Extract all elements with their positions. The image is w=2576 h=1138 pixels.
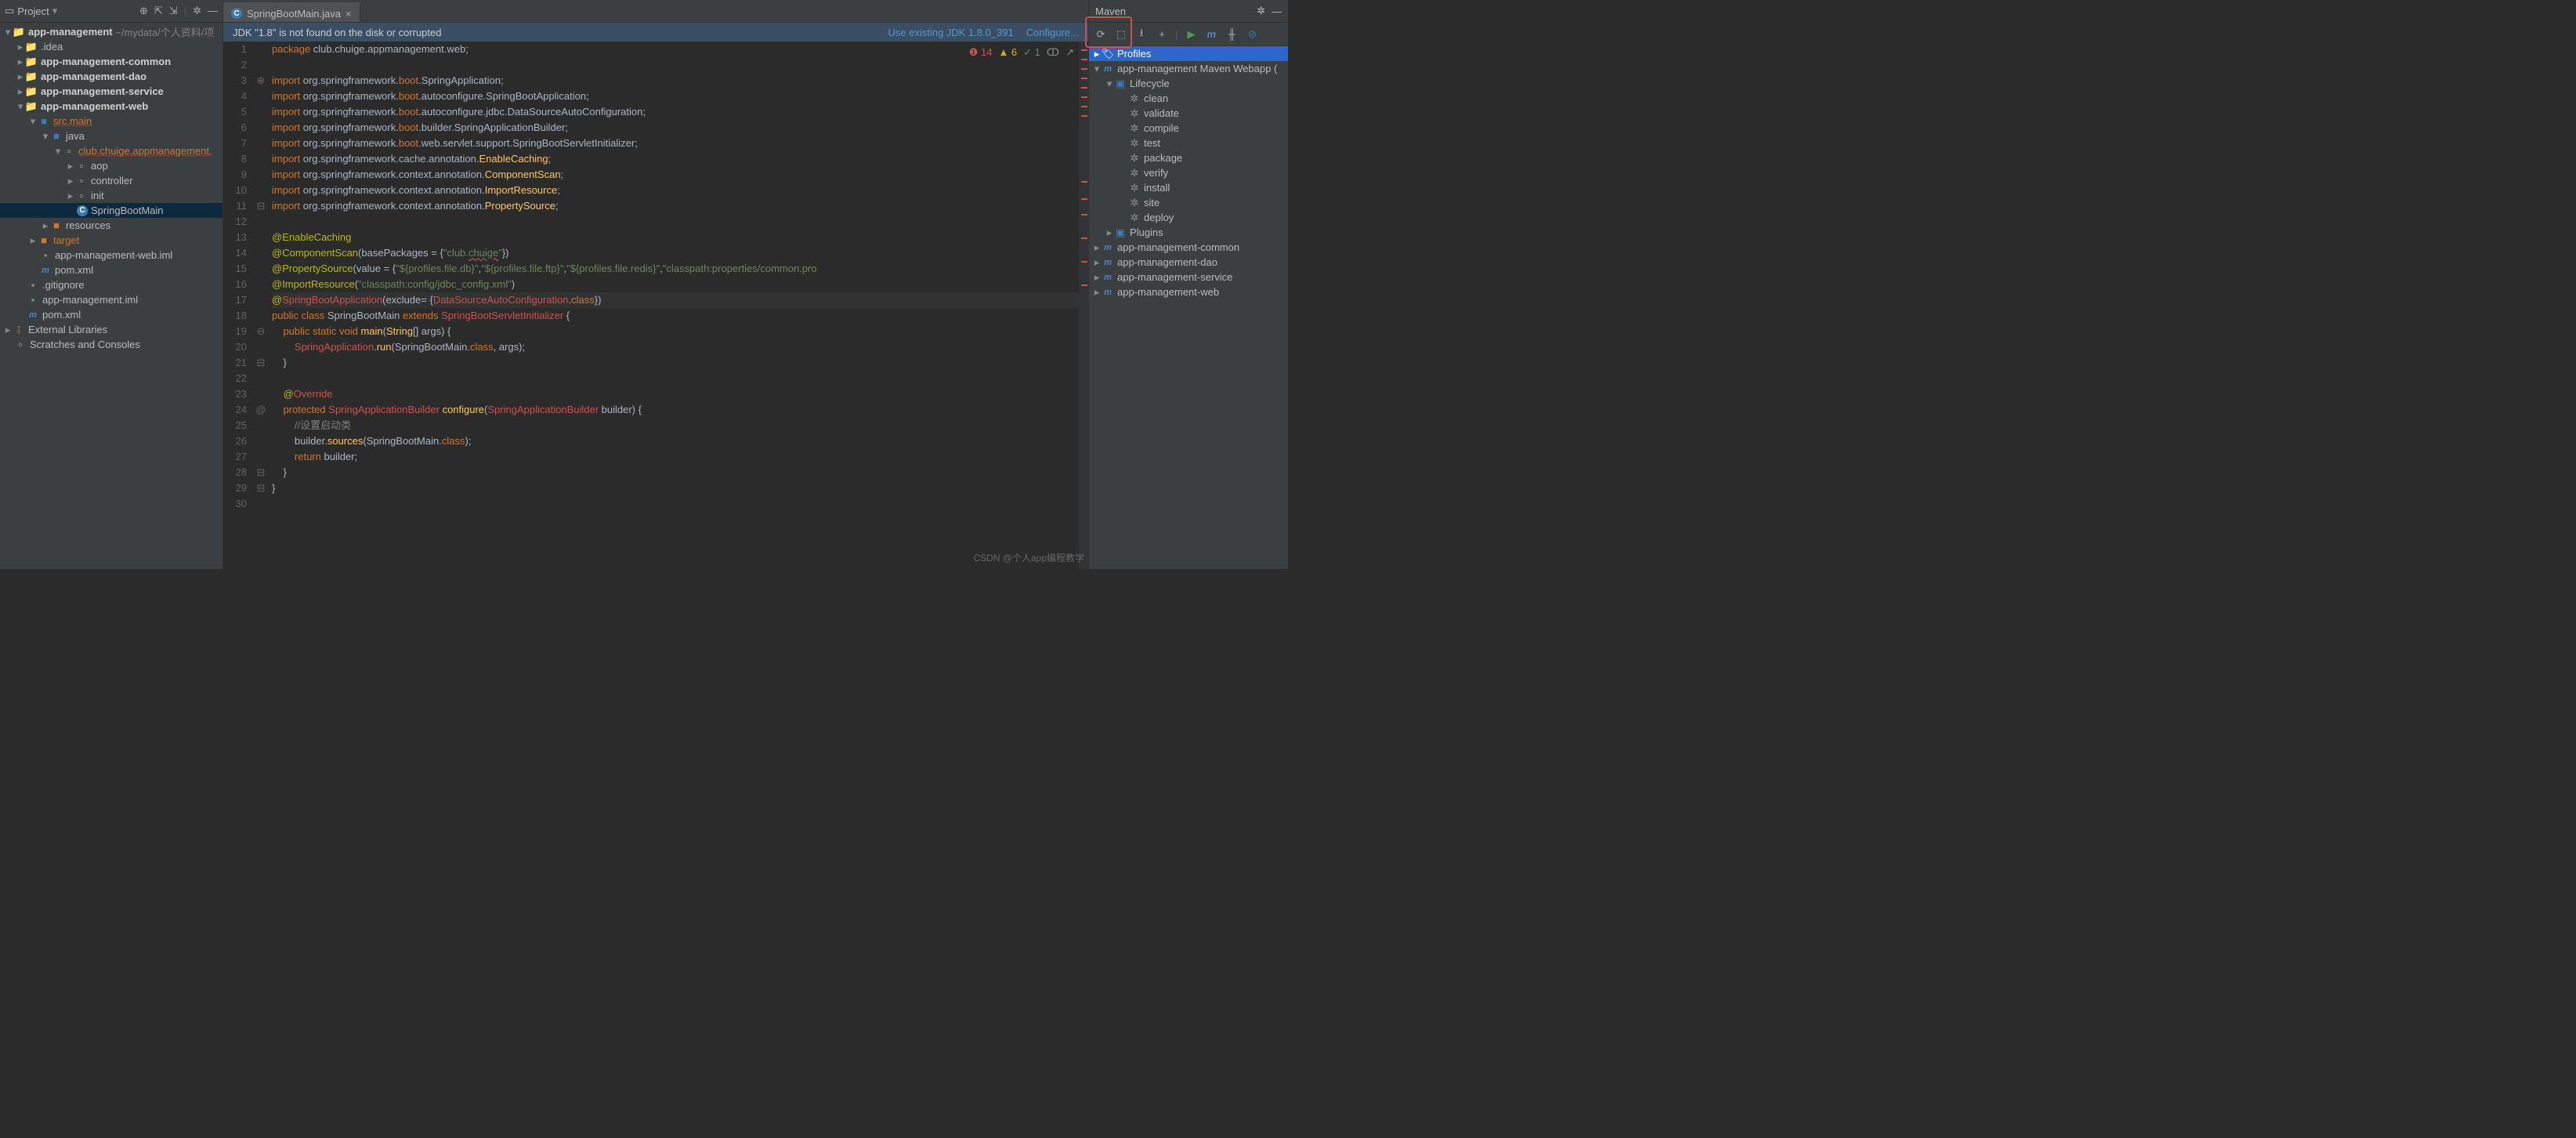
maven-root-app[interactable]: app-management Maven Webapp ( xyxy=(1117,63,1277,74)
jdk-notification-bar: JDK "1.8" is not found on the disk or co… xyxy=(223,23,1088,42)
tab-springbootmain[interactable]: C SpringBootMain.java × xyxy=(223,2,360,22)
package-controller[interactable]: controller xyxy=(91,175,132,187)
settings-icon[interactable]: ✲ xyxy=(193,5,201,17)
expand-all-icon[interactable]: ⇱ xyxy=(154,5,163,17)
file-root-iml[interactable]: app-management.iml xyxy=(42,294,138,306)
maven-goal-site[interactable]: ✲site xyxy=(1089,195,1288,210)
package-aop[interactable]: aop xyxy=(91,160,108,172)
reload-icon[interactable]: ⟳ xyxy=(1094,27,1108,42)
inspection-widget[interactable]: ❶ 14 ▲ 6 ✓ 1 ↀ ↗ xyxy=(966,45,1077,60)
maven-tree[interactable]: ▸🏷Profiles ▾mapp-management Maven Webapp… xyxy=(1089,46,1288,569)
maven-module[interactable]: ▸mapp-management-service xyxy=(1089,270,1288,284)
maven-module[interactable]: ▸mapp-management-dao xyxy=(1089,255,1288,270)
line-numbers: 1234567891011121314151617181920212223242… xyxy=(223,42,255,569)
maven-goal-package[interactable]: ✲package xyxy=(1089,150,1288,165)
watermark: CSDN @个人app编程教学 xyxy=(973,551,1084,564)
package-root[interactable]: club.chuige.appmanagement. xyxy=(78,145,212,157)
file-root-pom[interactable]: pom.xml xyxy=(42,309,81,321)
maven-goal-deploy[interactable]: ✲deploy xyxy=(1089,210,1288,225)
maven-module[interactable]: ▸mapp-management-common xyxy=(1089,240,1288,255)
maven-module[interactable]: ▸mapp-management-web xyxy=(1089,284,1288,299)
project-tool-window: ▭ Project ▾ ⊕ ⇱ ⇲ | ✲ — ▾📁app-management… xyxy=(0,0,223,569)
maven-goal-verify[interactable]: ✲verify xyxy=(1089,165,1288,180)
hide-icon[interactable]: — xyxy=(208,5,218,17)
maven-goal-install[interactable]: ✲install xyxy=(1089,180,1288,195)
editor-area: C SpringBootMain.java × JDK "1.8" is not… xyxy=(223,0,1088,569)
code-editor[interactable]: ❶ 14 ▲ 6 ✓ 1 ↀ ↗ 12345678910111213141516… xyxy=(223,42,1088,569)
scratches[interactable]: Scratches and Consoles xyxy=(30,339,140,350)
maven-plugins[interactable]: Plugins xyxy=(1130,227,1163,238)
file-web-pom[interactable]: pom.xml xyxy=(55,264,93,276)
error-stripe[interactable] xyxy=(1079,42,1088,569)
module-web[interactable]: app-management-web xyxy=(41,100,148,112)
module-common[interactable]: app-management-common xyxy=(41,56,171,67)
folder-target[interactable]: target xyxy=(53,234,79,246)
maven-lifecycle[interactable]: Lifecycle xyxy=(1130,78,1170,89)
maven-goal-compile[interactable]: ✲compile xyxy=(1089,121,1288,136)
fold-column[interactable]: ⊕⊟⊖⊟@⊟⊟ xyxy=(255,42,267,569)
execute-goal-icon[interactable]: m xyxy=(1204,27,1218,42)
package-init[interactable]: init xyxy=(91,190,104,201)
class-springbootmain[interactable]: SpringBootMain xyxy=(91,205,164,216)
maven-header: Maven ✲ — xyxy=(1089,0,1288,23)
select-opened-file-icon[interactable]: ⊕ xyxy=(139,5,148,17)
jdk-warning-text: JDK "1.8" is not found on the disk or co… xyxy=(233,27,442,38)
toggle-offline-icon[interactable]: ╫ xyxy=(1225,27,1239,42)
maven-profiles[interactable]: Profiles xyxy=(1117,48,1151,60)
folder-resources[interactable]: resources xyxy=(66,219,110,231)
dropdown-icon[interactable]: ▾ xyxy=(52,5,58,17)
editor-tabs: C SpringBootMain.java × xyxy=(223,0,1088,23)
external-libraries[interactable]: External Libraries xyxy=(28,324,107,335)
project-view-icon[interactable]: ▭ xyxy=(5,5,14,17)
project-tree[interactable]: ▾📁app-management ~/mydata/个人资料/项 ▸📁.idea… xyxy=(0,23,223,569)
configure-jdk-link[interactable]: Configure... xyxy=(1026,27,1079,38)
settings-icon[interactable]: ✲ xyxy=(1257,5,1265,17)
skip-tests-icon[interactable]: ⊘ xyxy=(1245,27,1259,42)
folder-java[interactable]: java xyxy=(66,130,85,142)
generate-sources-icon[interactable]: ⬚ xyxy=(1114,27,1128,42)
use-jdk-link[interactable]: Use existing JDK 1.8.0_391 xyxy=(888,27,1013,38)
project-root[interactable]: app-management xyxy=(28,26,113,38)
maven-title: Maven xyxy=(1095,5,1126,17)
folder-idea[interactable]: .idea xyxy=(41,41,63,53)
close-icon[interactable]: × xyxy=(346,8,352,20)
maven-goal-test[interactable]: ✲test xyxy=(1089,136,1288,150)
project-header: ▭ Project ▾ ⊕ ⇱ ⇲ | ✲ — xyxy=(0,0,223,23)
maven-goal-clean[interactable]: ✲clean xyxy=(1089,91,1288,106)
module-service[interactable]: app-management-service xyxy=(41,85,164,97)
tab-label: SpringBootMain.java xyxy=(247,8,341,20)
maven-goal-validate[interactable]: ✲validate xyxy=(1089,106,1288,121)
hide-icon[interactable]: — xyxy=(1272,5,1282,17)
download-icon[interactable]: ⭳ xyxy=(1134,27,1149,42)
folder-src-main[interactable]: src.main xyxy=(53,115,92,127)
file-gitignore[interactable]: .gitignore xyxy=(42,279,84,291)
collapse-all-icon[interactable]: ⇲ xyxy=(169,5,178,17)
add-project-icon[interactable]: + xyxy=(1155,27,1169,42)
run-icon[interactable]: ▶ xyxy=(1184,27,1198,42)
maven-tool-window: Maven ✲ — ⟳ ⬚ ⭳ + | ▶ m ╫ ⊘ ▸🏷Profiles ▾… xyxy=(1088,0,1288,569)
module-dao[interactable]: app-management-dao xyxy=(41,71,147,82)
file-web-iml[interactable]: app-management-web.iml xyxy=(55,249,172,261)
project-title[interactable]: Project xyxy=(17,5,49,17)
maven-toolbar: ⟳ ⬚ ⭳ + | ▶ m ╫ ⊘ xyxy=(1089,23,1288,46)
code-content[interactable]: package club.chuige.appmanagement.web;im… xyxy=(267,42,1079,569)
